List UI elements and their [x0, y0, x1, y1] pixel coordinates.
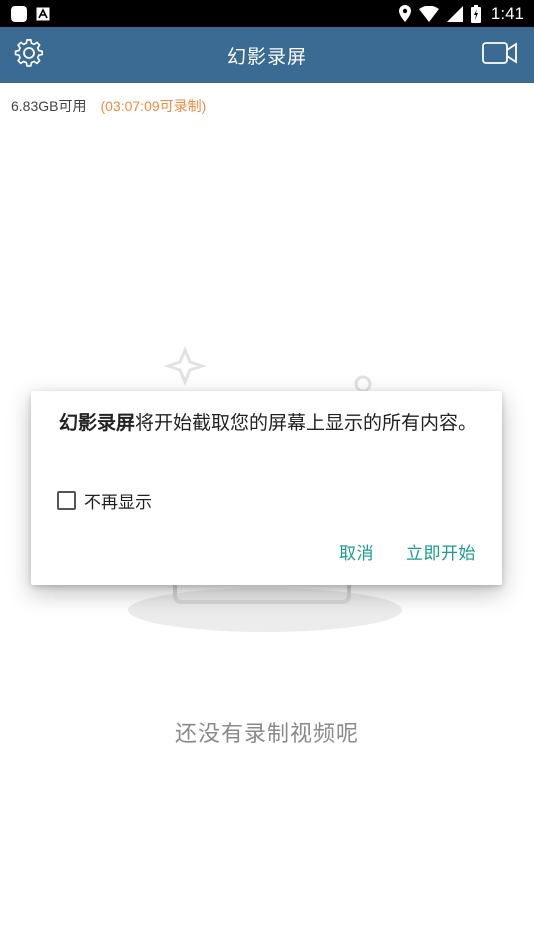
- dialog-message: 幻影录屏将开始截取您的屏幕上显示的所有内容。: [59, 411, 479, 436]
- settings-gear-icon: [14, 38, 44, 72]
- dialog-actions: 取消 立即开始: [339, 539, 476, 564]
- video-camera-icon: [482, 41, 518, 69]
- checkbox-box[interactable]: [57, 491, 76, 510]
- storage-available: 6.83GB可用: [11, 98, 87, 114]
- cancel-button[interactable]: 取消: [339, 539, 374, 564]
- start-now-button[interactable]: 立即开始: [406, 539, 476, 564]
- app-bar: 幻影录屏: [0, 27, 534, 83]
- location-icon: [398, 5, 411, 22]
- storage-info: 6.83GB可用 (03:07:09可录制): [11, 96, 206, 116]
- settings-button[interactable]: [14, 27, 44, 83]
- notification-app-icon: [10, 5, 28, 23]
- signal-icon: [446, 5, 463, 22]
- wifi-icon: [418, 5, 439, 22]
- storage-remaining-time: (03:07:09可录制): [100, 98, 207, 114]
- empty-state-text: 还没有录制视频呢: [174, 722, 359, 747]
- dialog-message-text: 将开始截取您的屏幕上显示的所有内容。: [135, 412, 478, 434]
- dont-show-again-checkbox[interactable]: 不再显示: [57, 488, 152, 513]
- battery-icon: [470, 4, 481, 23]
- status-bar-left: [10, 5, 50, 23]
- dialog-app-name: 幻影录屏: [59, 412, 136, 434]
- status-bar: 1:41: [0, 0, 534, 27]
- screen: 1:41 幻影录屏 6.83GB可用 (03:07:09可录制) 还没有录制视频…: [0, 0, 534, 950]
- app-title: 幻影录屏: [226, 45, 307, 68]
- a-text-icon: [36, 7, 50, 21]
- status-time: 1:41: [490, 3, 524, 23]
- record-video-button[interactable]: [480, 27, 520, 83]
- checkbox-label: 不再显示: [84, 493, 152, 513]
- capture-permission-dialog: 幻影录屏将开始截取您的屏幕上显示的所有内容。 不再显示 取消 立即开始: [31, 391, 502, 585]
- status-bar-right: 1:41: [398, 3, 524, 24]
